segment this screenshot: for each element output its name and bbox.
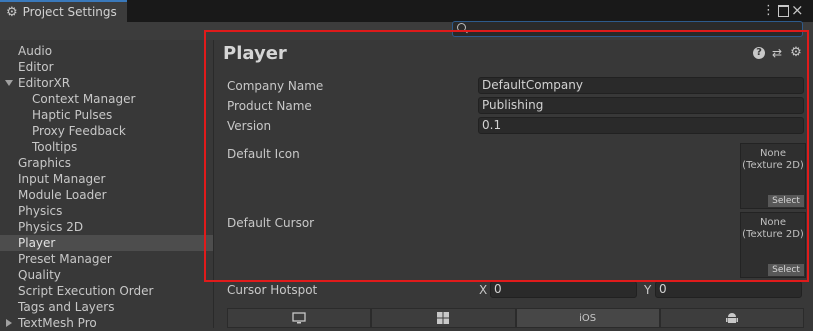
sidebar-item-quality[interactable]: Quality xyxy=(0,267,231,283)
sidebar-item-preset-manager[interactable]: Preset Manager xyxy=(0,251,231,267)
sidebar-item-label: Tags and Layers xyxy=(18,300,115,314)
sidebar-item-tags-and-layers[interactable]: Tags and Layers xyxy=(0,299,231,315)
sidebar-item-label: Audio xyxy=(18,44,53,58)
sidebar-item-label: Quality xyxy=(18,268,61,282)
close-icon[interactable]: × xyxy=(791,1,804,19)
sidebar-item-label: Graphics xyxy=(18,156,71,170)
tab-windows[interactable] xyxy=(371,308,516,328)
tab-standalone[interactable] xyxy=(227,308,372,328)
sidebar: Audio Editor EditorXR Context Manager Ha… xyxy=(0,40,231,330)
search-input[interactable] xyxy=(452,21,803,37)
sidebar-item-graphics[interactable]: Graphics xyxy=(0,155,231,171)
sidebar-item-input-manager[interactable]: Input Manager xyxy=(0,171,231,187)
select-button[interactable]: Select xyxy=(768,264,804,276)
windows-icon xyxy=(437,312,450,324)
monitor-icon xyxy=(292,312,306,324)
collapse-arrow-icon[interactable] xyxy=(6,319,12,327)
tab-title: Project Settings xyxy=(22,5,117,19)
android-icon xyxy=(725,312,738,323)
default-icon-label: Default Icon xyxy=(227,147,300,161)
sidebar-item-tooltips[interactable]: Tooltips xyxy=(0,139,245,155)
sidebar-item-label: Haptic Pulses xyxy=(32,108,113,122)
sidebar-item-label: Player xyxy=(18,236,56,250)
sidebar-item-label: Module Loader xyxy=(18,188,107,202)
default-cursor-slot[interactable]: None (Texture 2D) Select xyxy=(740,212,806,278)
search-icon xyxy=(457,23,466,32)
tab-android[interactable] xyxy=(659,308,804,328)
hotspot-x-label: X xyxy=(479,283,488,297)
page-title: Player xyxy=(223,43,287,64)
select-button[interactable]: Select xyxy=(768,195,804,207)
sidebar-item-context-manager[interactable]: Context Manager xyxy=(0,91,245,107)
sidebar-item-label: Script Execution Order xyxy=(18,284,154,298)
tab-ios-label: iOS xyxy=(579,312,597,324)
sidebar-item-label: Preset Manager xyxy=(18,252,112,266)
presets-icon[interactable]: ⇄ xyxy=(771,47,783,59)
company-name-field[interactable]: DefaultCompany xyxy=(478,77,804,94)
version-field[interactable]: 0.1 xyxy=(478,117,804,134)
sidebar-item-label: Tooltips xyxy=(32,140,78,154)
sidebar-item-label: Physics xyxy=(18,204,63,218)
default-icon-slot[interactable]: None (Texture 2D) Select xyxy=(740,143,806,209)
sidebar-item-label: Physics 2D xyxy=(18,220,84,234)
settings-icon[interactable]: ⚙ xyxy=(790,46,802,59)
sidebar-item-label: Editor xyxy=(18,60,54,74)
sidebar-item-editor[interactable]: Editor xyxy=(0,59,231,75)
tab-ios[interactable]: iOS xyxy=(515,308,660,328)
gear-icon: ⚙ xyxy=(6,4,18,20)
expand-arrow-icon[interactable] xyxy=(5,80,13,86)
default-cursor-label: Default Cursor xyxy=(227,216,315,230)
hotspot-y-label: Y xyxy=(644,283,652,297)
help-icon[interactable]: ? xyxy=(753,47,765,59)
sidebar-item-haptic-pulses[interactable]: Haptic Pulses xyxy=(0,107,245,123)
slot-type-text: (Texture 2D) xyxy=(742,229,804,240)
cursor-hotspot-label: Cursor Hotspot xyxy=(227,283,318,297)
version-label: Version xyxy=(227,119,272,133)
sidebar-item-textmesh-pro[interactable]: TextMesh Pro xyxy=(0,315,231,331)
product-name-field[interactable]: Publishing xyxy=(478,97,804,114)
slot-none-text: None xyxy=(759,148,787,159)
sidebar-item-editorxr[interactable]: EditorXR xyxy=(0,75,231,91)
sidebar-item-audio[interactable]: Audio xyxy=(0,43,231,59)
sidebar-item-proxy-feedback[interactable]: Proxy Feedback xyxy=(0,123,245,139)
sidebar-item-physics-2d[interactable]: Physics 2D xyxy=(0,219,231,235)
product-name-label: Product Name xyxy=(227,99,312,113)
maximize-icon[interactable] xyxy=(778,5,789,17)
sidebar-item-label: Context Manager xyxy=(32,92,136,106)
sidebar-item-player[interactable]: Player xyxy=(0,235,231,251)
sidebar-item-module-loader[interactable]: Module Loader xyxy=(0,187,231,203)
sidebar-item-label: EditorXR xyxy=(18,76,71,90)
sidebar-item-script-execution-order[interactable]: Script Execution Order xyxy=(0,283,231,299)
project-settings-tab[interactable]: ⚙ Project Settings xyxy=(0,0,127,22)
platform-tabs: iOS xyxy=(227,308,804,328)
hotspot-y-field[interactable]: 0 xyxy=(655,281,802,298)
hotspot-x-field[interactable]: 0 xyxy=(490,281,637,298)
sidebar-item-label: Input Manager xyxy=(18,172,106,186)
slot-none-text: None xyxy=(759,217,787,228)
company-name-label: Company Name xyxy=(227,79,324,93)
sidebar-item-label: Proxy Feedback xyxy=(32,124,126,138)
sidebar-item-physics[interactable]: Physics xyxy=(0,203,231,219)
slot-type-text: (Texture 2D) xyxy=(742,160,804,171)
more-options-icon[interactable]: ⋮ xyxy=(762,3,775,19)
